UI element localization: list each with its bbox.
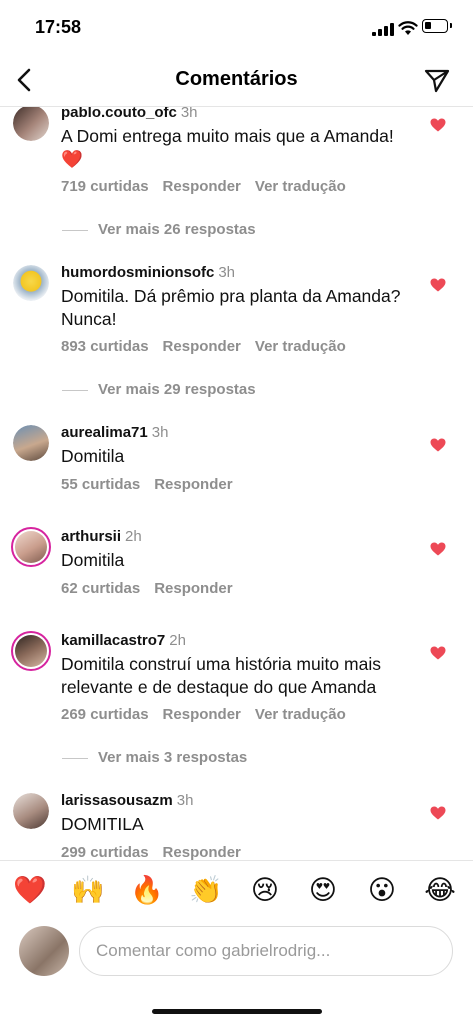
divider xyxy=(0,860,473,861)
comment-text: Domitila xyxy=(61,550,125,570)
view-more-replies[interactable]: Ver mais 3 respostas xyxy=(62,749,247,766)
heart-icon[interactable] xyxy=(430,438,446,452)
reaction-raised-hands-icon[interactable]: 🙌 xyxy=(71,874,105,908)
avatar[interactable] xyxy=(13,425,49,461)
reply-button[interactable]: Responder xyxy=(163,178,241,195)
reply-button[interactable]: Responder xyxy=(163,844,241,860)
username[interactable]: pablo.couto_ofc xyxy=(61,107,177,121)
heart-icon[interactable] xyxy=(430,542,446,556)
username[interactable]: kamillacastro7 xyxy=(61,632,165,649)
view-more-replies[interactable]: Ver mais 29 respostas xyxy=(62,381,256,398)
comment-time: 3h xyxy=(151,424,169,441)
reply-button[interactable]: Responder xyxy=(163,338,241,355)
comment-text: Domitila. Dá prêmio pra planta da Amanda… xyxy=(61,286,401,329)
likes-count[interactable]: 55 curtidas xyxy=(61,476,140,493)
comment-text: Domitila xyxy=(61,446,125,466)
reaction-laughing-icon[interactable]: 😂 xyxy=(423,874,457,908)
comment-composer: Comentar como gabrielrodrig... xyxy=(0,924,473,980)
likes-count[interactable]: 269 curtidas xyxy=(61,706,149,723)
heart-icon[interactable] xyxy=(430,118,446,132)
likes-count[interactable]: 893 curtidas xyxy=(61,338,149,355)
quick-reactions-bar: ❤️ 🙌 🔥 👏 😢 😍 😮 😂 xyxy=(0,870,473,914)
translate-button[interactable]: Ver tradução xyxy=(255,338,346,355)
username[interactable]: aurealima71 xyxy=(61,424,148,441)
status-bar: 17:58 xyxy=(0,0,473,56)
avatar[interactable] xyxy=(13,107,49,141)
reply-button[interactable]: Responder xyxy=(154,476,232,493)
likes-count[interactable]: 719 curtidas xyxy=(61,178,149,195)
translate-button[interactable]: Ver tradução xyxy=(255,178,346,195)
username[interactable]: humordosminionsofc xyxy=(61,264,214,281)
username[interactable]: larissasousazm xyxy=(61,792,173,809)
comment-time: 3h xyxy=(218,264,236,281)
status-time: 17:58 xyxy=(35,17,82,37)
heart-icon[interactable] xyxy=(430,278,446,292)
page-title: Comentários xyxy=(175,68,298,90)
avatar[interactable] xyxy=(11,527,51,567)
comments-list[interactable]: pablo.couto_ofc 3h A Domi entrega muito m… xyxy=(0,107,473,860)
wifi-icon xyxy=(398,21,418,35)
my-avatar xyxy=(19,926,69,976)
translate-button[interactable]: Ver tradução xyxy=(255,706,346,723)
heart-icon[interactable] xyxy=(430,646,446,660)
comment-text: DOMITILA xyxy=(61,814,144,834)
avatar[interactable] xyxy=(13,793,49,829)
comment-time: 2h xyxy=(169,632,186,649)
comment-time: 3h xyxy=(180,107,198,121)
view-more-replies[interactable]: Ver mais 26 respostas xyxy=(62,221,256,238)
header: Comentários xyxy=(0,56,473,107)
comment-time: 2h xyxy=(125,528,142,545)
heart-icon[interactable] xyxy=(430,806,446,820)
comment-text: Domitila construí uma história muito mai… xyxy=(61,654,381,697)
avatar[interactable] xyxy=(11,631,51,671)
username[interactable]: arthursii xyxy=(61,528,121,545)
comment-time: 3h xyxy=(176,792,194,809)
view-more-replies-label: Ver mais 29 respostas xyxy=(98,381,256,398)
reaction-heart-icon[interactable]: ❤️ xyxy=(13,874,47,908)
avatar[interactable] xyxy=(13,265,49,301)
likes-count[interactable]: 299 curtidas xyxy=(61,844,149,860)
comment-text: A Domi entrega muito mais que a Amanda! … xyxy=(61,126,394,169)
reply-button[interactable]: Responder xyxy=(154,580,232,597)
reaction-clap-icon[interactable]: 👏 xyxy=(189,874,223,908)
signal-icon xyxy=(372,22,394,36)
reaction-fire-icon[interactable]: 🔥 xyxy=(130,874,164,908)
reaction-heart-eyes-icon[interactable]: 😍 xyxy=(306,874,340,908)
send-icon[interactable] xyxy=(423,66,451,94)
view-more-replies-label: Ver mais 26 respostas xyxy=(98,221,256,238)
home-indicator xyxy=(152,1009,322,1014)
reaction-crying-icon[interactable]: 😢 xyxy=(248,874,282,908)
reply-button[interactable]: Responder xyxy=(163,706,241,723)
view-more-replies-label: Ver mais 3 respostas xyxy=(98,749,248,766)
reaction-surprised-icon[interactable]: 😮 xyxy=(365,874,399,908)
battery-icon xyxy=(422,19,452,33)
comment-input[interactable]: Comentar como gabrielrodrig... xyxy=(79,926,453,976)
likes-count[interactable]: 62 curtidas xyxy=(61,580,140,597)
